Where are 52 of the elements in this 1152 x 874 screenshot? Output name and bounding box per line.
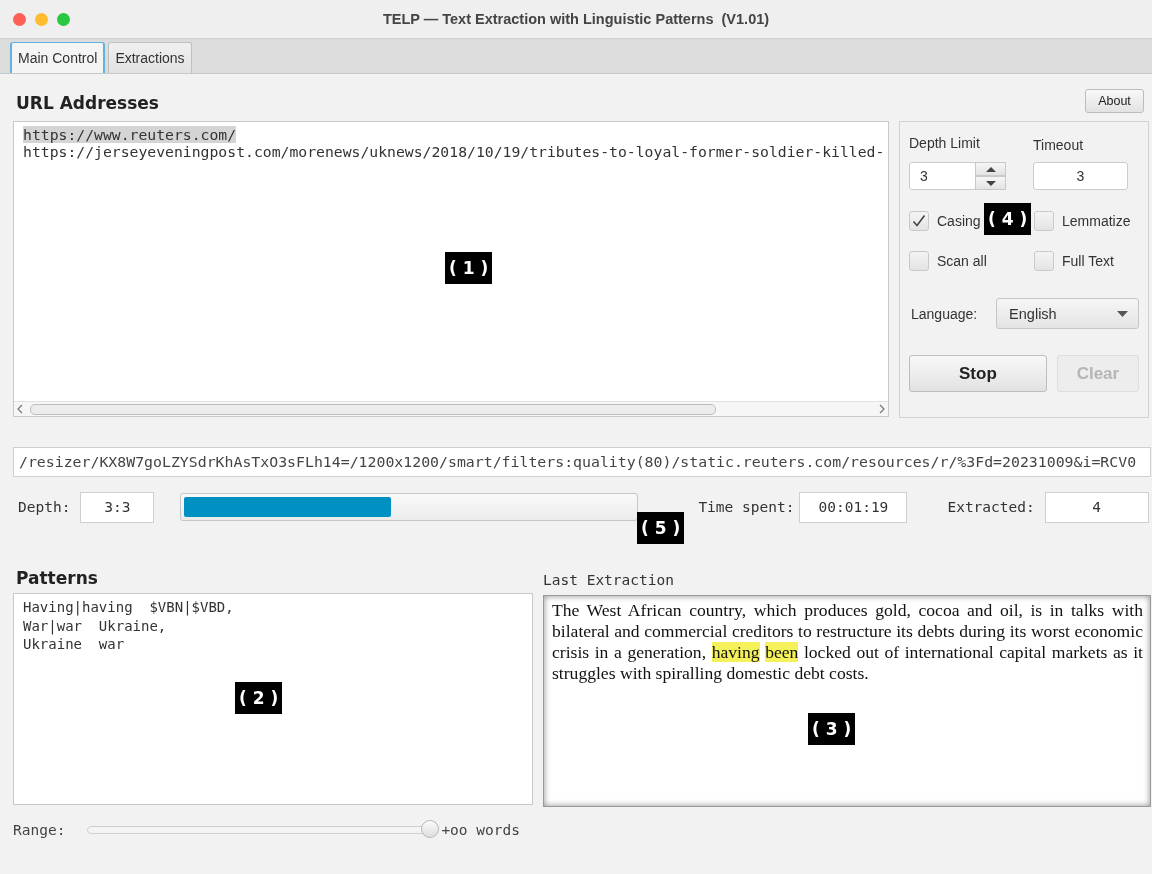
checkbox-label: Full Text	[1062, 253, 1114, 269]
decrement-button[interactable]	[975, 176, 1006, 190]
checkbox-label: Casing	[937, 213, 981, 229]
checkbox-label: Scan all	[937, 253, 987, 269]
url-field[interactable]: /resizer/KX8W7goLZYSdrKhAsTxO3sFLh14=/1200x1200/smart/filters:quality(80)/static.reuters.com/resources/r/%3Fd=20231009&i=RCV0	[13, 447, 1151, 477]
field-label: Depth Limit	[909, 135, 981, 151]
field-label: Language:	[910, 305, 979, 322]
tab[interactable]: Main Control	[10, 42, 106, 73]
language-dropdown[interactable]: English	[996, 298, 1139, 329]
callout-label: ( 1 )	[445, 252, 493, 284]
depth-readout: 3:3	[80, 491, 155, 523]
increment-button[interactable]	[975, 162, 1006, 176]
callout-label: ( 5 )	[637, 512, 685, 544]
range-reading: +oo words	[441, 822, 520, 838]
checkbox[interactable]	[909, 211, 929, 231]
time-readout: 00:01:19	[799, 491, 908, 523]
caret-up-icon	[984, 165, 997, 173]
callout-label: ( 2 )	[235, 682, 283, 714]
status-label: Time spent:	[698, 499, 795, 515]
pattern-line: Having|having $VBN|$VBD,	[23, 598, 234, 617]
depth-limit-field[interactable]: 3	[909, 162, 977, 190]
checkbox[interactable]	[909, 251, 929, 271]
tab[interactable]: Extractions	[108, 42, 192, 73]
section-heading: URL Addresses	[16, 92, 159, 115]
callout-label: ( 3 )	[808, 713, 856, 745]
extraction-text: The West African country, which produces gold, cocoa and oil, is in talks with bilateral and commercial creditors to restructure its debts during its worst economic crisis in a generation, having been locked out of international capital markets as it struggles with spiralling domestic debt costs.	[552, 600, 1143, 684]
pattern-line: Ukraine war	[23, 635, 125, 654]
range-label: Range:	[13, 822, 66, 838]
extracted-readout: 4	[1044, 491, 1149, 523]
status-label: Extracted:	[947, 499, 1035, 515]
caret-down-icon	[984, 179, 997, 187]
minimize-button[interactable]	[35, 12, 48, 26]
pattern-line: War|war Ukraine,	[23, 616, 167, 635]
checkbox-label: Lemmatize	[1062, 213, 1131, 229]
timeout-field[interactable]: 3	[1033, 162, 1128, 190]
about-button[interactable]: About	[1085, 89, 1144, 113]
slider-thumb[interactable]	[421, 820, 440, 838]
url-line: https://jerseyeveningpost.com/morenews/uknews/2018/10/19/tributes-to-loyal-former-soldier-killed-	[23, 143, 885, 160]
section-heading: Patterns	[16, 567, 98, 590]
close-button[interactable]	[13, 12, 26, 26]
checkbox[interactable]	[1034, 211, 1054, 231]
checkbox[interactable]	[1034, 251, 1054, 271]
horizontal-scrollbar[interactable]	[14, 401, 888, 416]
caret-down-icon	[1117, 310, 1128, 317]
stop-button[interactable]: Stop	[909, 355, 1047, 392]
section-label: Last Extraction	[543, 571, 675, 590]
window-title: TELP — Text Extraction with Linguistic Patterns (V1.01)	[382, 11, 770, 27]
scrollbar-thumb[interactable]	[30, 403, 716, 415]
zoom-button[interactable]	[57, 12, 70, 26]
field-label: Timeout	[1033, 137, 1084, 153]
callout-label: ( 4 )	[984, 203, 1032, 235]
status-label: Depth:	[18, 499, 71, 515]
